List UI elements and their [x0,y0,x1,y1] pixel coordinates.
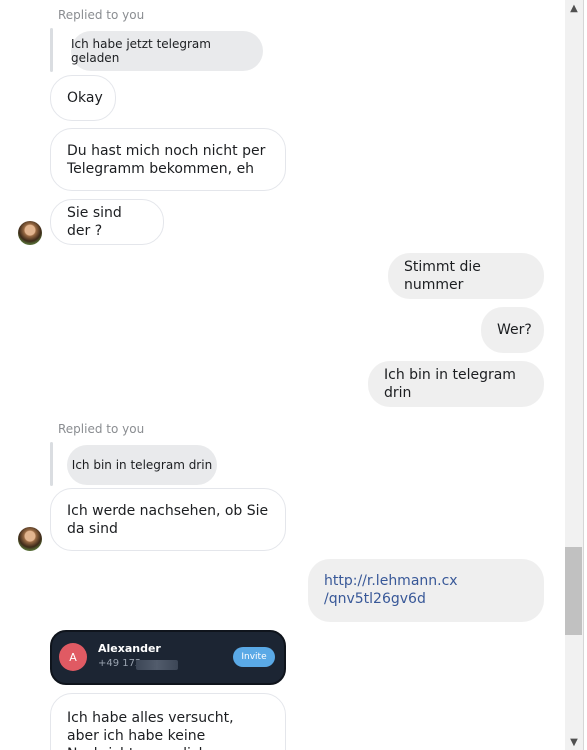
chevron-down-icon[interactable]: ▼ [565,734,583,750]
quote-bar [50,28,53,72]
incoming-message[interactable]: Okay [50,75,116,121]
quote-bar [50,442,53,486]
outgoing-message[interactable]: Wer? [481,307,544,353]
quoted-message[interactable]: Ich habe jetzt telegram geladen [71,31,263,71]
incoming-message[interactable]: Sie sind der ? [50,199,164,245]
link-line[interactable]: http://r.lehmann.cx [324,572,528,590]
sender-avatar[interactable] [18,527,42,551]
outgoing-link-message[interactable]: http://r.lehmann.cx /qnv5tl26gv6d [308,559,544,622]
link-line[interactable]: /qnv5tl26gv6d [324,590,528,608]
outgoing-message[interactable]: Ich bin in telegram drin [368,361,544,407]
contact-name: Alexander [98,642,161,655]
incoming-message[interactable]: Ich habe alles versucht, aber ich habe k… [50,693,286,750]
chevron-up-icon[interactable]: ▲ [565,0,583,16]
scrollbar-track[interactable] [565,0,583,750]
contact-avatar-icon: A [59,643,87,671]
replied-caption: Replied to you [58,422,145,436]
contact-card[interactable]: A Alexander +49 172 Invite [50,630,286,685]
quoted-message[interactable]: Ich bin in telegram drin [67,445,217,485]
outgoing-message[interactable]: Stimmt die nummer [388,253,544,299]
scrollbar-thumb[interactable] [565,547,582,635]
sender-avatar[interactable] [18,221,42,245]
window-border [583,0,584,750]
invite-button[interactable]: Invite [233,647,275,667]
redacted-phone [136,660,178,670]
incoming-message[interactable]: Du hast mich noch nicht per Telegramm be… [50,128,286,191]
contact-phone: +49 172 [98,658,142,669]
message-thread: Replied to you Ich habe jetzt telegram g… [0,0,565,750]
incoming-message[interactable]: Ich werde nachsehen, ob Sie da sind [50,488,286,551]
replied-caption: Replied to you [58,8,145,22]
